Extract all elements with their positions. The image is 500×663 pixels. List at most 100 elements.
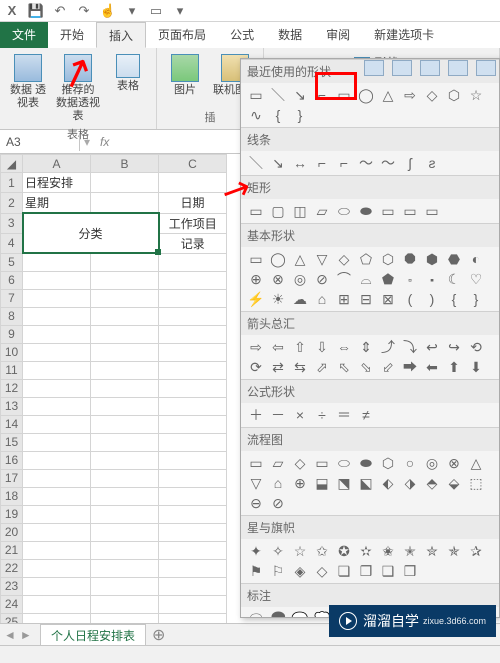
shape-f21[interactable]: ⬙ bbox=[445, 475, 463, 491]
shape-f24[interactable]: ⊘ bbox=[269, 495, 287, 511]
chart-icon-4[interactable] bbox=[448, 60, 468, 76]
row-header[interactable]: 19 bbox=[1, 505, 23, 523]
shape-neq[interactable]: ≠ bbox=[357, 407, 375, 423]
shape-s11[interactable]: ✰ bbox=[467, 543, 485, 559]
row-header[interactable]: 10 bbox=[1, 343, 23, 361]
cell[interactable] bbox=[23, 271, 91, 289]
shape-elbow2[interactable]: ⌐ bbox=[335, 155, 353, 171]
cell[interactable] bbox=[91, 361, 159, 379]
cell[interactable] bbox=[159, 451, 227, 469]
tab-custom[interactable]: 新建选项卡 bbox=[362, 22, 446, 48]
cell[interactable] bbox=[159, 397, 227, 415]
cell[interactable] bbox=[159, 415, 227, 433]
cell[interactable] bbox=[159, 253, 227, 271]
shape-r3[interactable]: ◫ bbox=[291, 203, 309, 219]
row-header[interactable]: 14 bbox=[1, 415, 23, 433]
col-header-B[interactable]: B bbox=[91, 155, 159, 173]
shape-rarrow[interactable]: ⇨ bbox=[401, 87, 419, 103]
redo-icon[interactable]: ↷ bbox=[76, 3, 92, 19]
cell[interactable] bbox=[91, 451, 159, 469]
shape-b29[interactable]: ⊠ bbox=[379, 291, 397, 307]
cell[interactable] bbox=[159, 307, 227, 325]
cell[interactable]: 日程安排 bbox=[23, 173, 91, 193]
row-header[interactable]: 22 bbox=[1, 559, 23, 577]
shape-a21[interactable]: ⬆ bbox=[445, 359, 463, 375]
shape-s3[interactable]: ☆ bbox=[291, 543, 309, 559]
cell[interactable] bbox=[159, 505, 227, 523]
docprops-icon[interactable]: ▭ bbox=[148, 3, 164, 19]
chart-icon-3[interactable] bbox=[420, 60, 440, 76]
shape-line[interactable]: ＼ bbox=[269, 87, 287, 103]
cell[interactable] bbox=[159, 487, 227, 505]
name-box[interactable]: A3 bbox=[0, 133, 80, 151]
row-header[interactable]: 11 bbox=[1, 361, 23, 379]
shape-r4[interactable]: ▱ bbox=[313, 203, 331, 219]
shape-f2[interactable]: ▱ bbox=[269, 455, 287, 471]
shape-div[interactable]: ÷ bbox=[313, 407, 331, 423]
recommended-pivot-button[interactable]: 推荐的 数据透视表 bbox=[56, 54, 100, 124]
cell[interactable] bbox=[91, 523, 159, 541]
shape-a4[interactable]: ⇩ bbox=[313, 339, 331, 355]
touch-mode-icon[interactable]: ☝ bbox=[100, 3, 116, 19]
shape-s9[interactable]: ✮ bbox=[423, 543, 441, 559]
shape-r5[interactable]: ⬭ bbox=[335, 203, 353, 219]
namebox-dropdown-icon[interactable]: ▾ bbox=[80, 135, 94, 149]
shape-r8[interactable]: ▭ bbox=[401, 203, 419, 219]
shape-b19[interactable]: ⬞ bbox=[401, 271, 419, 287]
cell[interactable] bbox=[91, 289, 159, 307]
cell[interactable] bbox=[159, 361, 227, 379]
cell[interactable] bbox=[159, 469, 227, 487]
shape-b5[interactable]: ◇ bbox=[335, 251, 353, 267]
shape-b4[interactable]: ▽ bbox=[313, 251, 331, 267]
cell[interactable] bbox=[23, 595, 91, 613]
cell[interactable] bbox=[23, 487, 91, 505]
shape-b27[interactable]: ⊞ bbox=[335, 291, 353, 307]
cell[interactable]: 记录 bbox=[159, 233, 227, 253]
shape-f15[interactable]: ⬓ bbox=[313, 475, 331, 491]
shape-b7[interactable]: ⬡ bbox=[379, 251, 397, 267]
cell[interactable] bbox=[91, 271, 159, 289]
shape-rbrace[interactable]: } bbox=[291, 107, 309, 123]
shape-s12[interactable]: ⚑ bbox=[247, 563, 265, 579]
cell[interactable] bbox=[91, 397, 159, 415]
shape-a8[interactable]: ⤵ bbox=[401, 339, 419, 355]
shape-b31[interactable]: ) bbox=[423, 291, 441, 307]
shape-s7[interactable]: ✬ bbox=[379, 543, 397, 559]
select-all-corner[interactable]: ◢ bbox=[1, 155, 23, 173]
cell[interactable] bbox=[23, 523, 91, 541]
cell[interactable] bbox=[91, 343, 159, 361]
shape-f4[interactable]: ▭ bbox=[313, 455, 331, 471]
shape-b16[interactable]: ⌒ bbox=[335, 271, 353, 287]
shape-b14[interactable]: ◎ bbox=[291, 271, 309, 287]
shape-f8[interactable]: ○ bbox=[401, 455, 419, 471]
cell[interactable] bbox=[91, 487, 159, 505]
shape-s13[interactable]: ⚐ bbox=[269, 563, 287, 579]
shape-plus[interactable]: ＋ bbox=[247, 407, 265, 423]
shape-r1[interactable]: ▭ bbox=[247, 203, 265, 219]
shape-a10[interactable]: ↪ bbox=[445, 339, 463, 355]
shape-f13[interactable]: ⌂ bbox=[269, 475, 287, 491]
shape-a11[interactable]: ⟲ bbox=[467, 339, 485, 355]
cell[interactable] bbox=[91, 307, 159, 325]
shape-f5[interactable]: ⬭ bbox=[335, 455, 353, 471]
row-header[interactable]: 20 bbox=[1, 523, 23, 541]
shape-a15[interactable]: ⬀ bbox=[313, 359, 331, 375]
cell[interactable] bbox=[159, 559, 227, 577]
shape-a12[interactable]: ⟳ bbox=[247, 359, 265, 375]
shape-b33[interactable]: } bbox=[467, 291, 485, 307]
shape-b28[interactable]: ⊟ bbox=[357, 291, 375, 307]
cell[interactable] bbox=[23, 433, 91, 451]
chart-icon-1[interactable] bbox=[364, 60, 384, 76]
cell[interactable] bbox=[91, 379, 159, 397]
table-button[interactable]: 表格 bbox=[106, 54, 150, 93]
shape-s17[interactable]: ❐ bbox=[357, 563, 375, 579]
shape-r2[interactable]: ▢ bbox=[269, 203, 287, 219]
row-header[interactable]: 9 bbox=[1, 325, 23, 343]
shape-f11[interactable]: △ bbox=[467, 455, 485, 471]
shape-a14[interactable]: ⇆ bbox=[291, 359, 309, 375]
cell[interactable] bbox=[23, 343, 91, 361]
shape-b10[interactable]: ⬣ bbox=[445, 251, 463, 267]
shape-line2[interactable]: ↘ bbox=[269, 155, 287, 171]
shape-f9[interactable]: ◎ bbox=[423, 455, 441, 471]
cell[interactable] bbox=[159, 343, 227, 361]
